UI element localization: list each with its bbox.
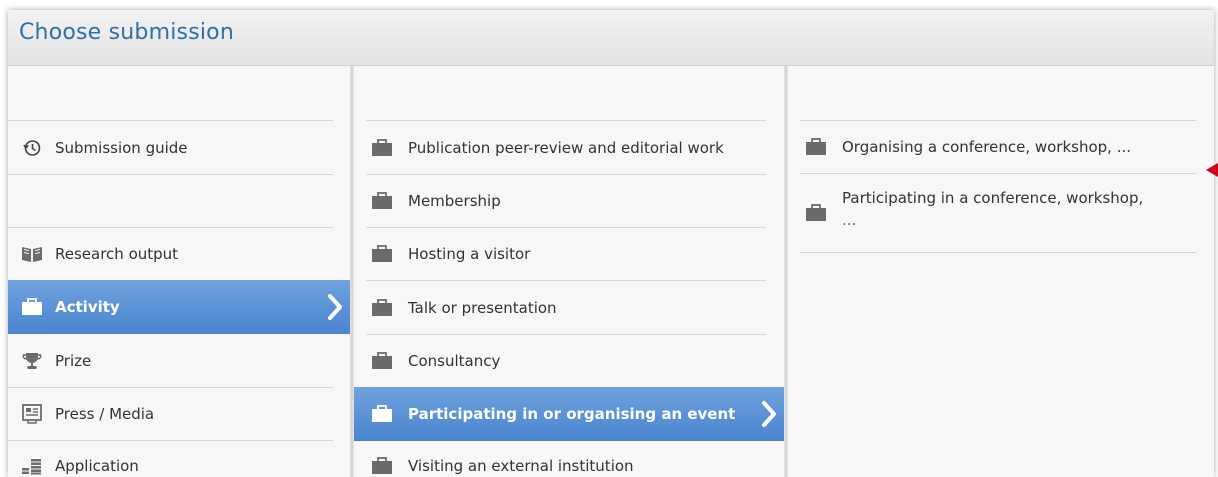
category-column: Submission guide Research output Activit… bbox=[8, 66, 350, 477]
divider bbox=[800, 252, 1196, 253]
menu-item-submission-guide[interactable]: Submission guide bbox=[8, 121, 350, 174]
menu-item-press-media[interactable]: Press / Media bbox=[8, 388, 350, 440]
menu-item-participating-or-organising-event[interactable]: Participating in or organising an event bbox=[354, 387, 784, 441]
menu-item-label: Submission guide bbox=[55, 138, 188, 157]
briefcase-icon bbox=[370, 298, 394, 318]
menu-item-label: Consultancy bbox=[408, 352, 501, 370]
menu-item-visiting-external-institution[interactable]: Visiting an external institution bbox=[354, 441, 784, 477]
menu-item-label: Hosting a visitor bbox=[408, 245, 531, 263]
menu-item-membership[interactable]: Membership bbox=[354, 175, 784, 227]
trophy-icon bbox=[20, 351, 44, 371]
briefcase-icon bbox=[370, 138, 394, 158]
menu-item-organising-conference[interactable]: Organising a conference, workshop, ... bbox=[800, 121, 1196, 173]
briefcase-icon bbox=[370, 456, 394, 476]
briefcase-icon bbox=[370, 244, 394, 264]
event-type-column: Organising a conference, workshop, ... P… bbox=[788, 66, 1214, 477]
briefcase-icon bbox=[20, 297, 44, 317]
divider bbox=[8, 174, 333, 175]
menu-item-label: Research output bbox=[55, 245, 179, 263]
chevron-right-icon bbox=[762, 401, 776, 427]
briefcase-icon bbox=[370, 191, 394, 211]
activity-type-column: Publication peer-review and editorial wo… bbox=[354, 66, 784, 477]
menu-item-label: Membership bbox=[408, 192, 501, 210]
menu-item-prize[interactable]: Prize bbox=[8, 334, 350, 387]
menu-item-label: Visiting an external institution bbox=[408, 457, 634, 475]
menu-item-label: Publication peer-review and editorial wo… bbox=[408, 138, 724, 157]
menu-item-consultancy[interactable]: Consultancy bbox=[354, 335, 784, 387]
menu-item-label-continuation: ... bbox=[842, 211, 857, 229]
choose-submission-dialog: Choose submission Submission guide Resea… bbox=[8, 10, 1214, 477]
menu-item-activity[interactable]: Activity bbox=[8, 280, 350, 334]
menu-item-label: Talk or presentation bbox=[408, 298, 557, 317]
coins-icon bbox=[20, 456, 44, 476]
red-pointer-marker bbox=[1206, 163, 1218, 177]
menu-item-publication-peer-review[interactable]: Publication peer-review and editorial wo… bbox=[354, 121, 784, 174]
dialog-title: Choose submission bbox=[19, 20, 234, 45]
newspaper-icon bbox=[20, 404, 44, 424]
menu-item-application[interactable]: Application bbox=[8, 441, 350, 477]
menu-item-participating-in-conference[interactable]: Participating in a conference, workshop,… bbox=[800, 174, 1196, 252]
menu-item-label: Participating in or organising an event bbox=[408, 405, 736, 423]
briefcase-icon bbox=[370, 351, 394, 371]
menu-item-label: Participating in a conference, workshop, bbox=[842, 189, 1144, 207]
menu-item-label: Press / Media bbox=[55, 405, 155, 423]
menu-item-label: Prize bbox=[55, 351, 92, 370]
menu-item-label: Application bbox=[55, 457, 139, 475]
menu-item-research-output[interactable]: Research output bbox=[8, 228, 350, 280]
menu-item-label: Activity bbox=[55, 298, 120, 316]
briefcase-icon bbox=[804, 137, 828, 157]
briefcase-icon bbox=[804, 203, 828, 223]
chevron-right-icon bbox=[328, 294, 342, 320]
briefcase-icon bbox=[370, 404, 394, 424]
dialog-header: Choose submission bbox=[8, 10, 1214, 66]
history-icon bbox=[20, 138, 44, 158]
menu-item-hosting-a-visitor[interactable]: Hosting a visitor bbox=[354, 228, 784, 280]
menu-item-talk-or-presentation[interactable]: Talk or presentation bbox=[354, 281, 784, 334]
menu-item-label: Organising a conference, workshop, ... bbox=[842, 138, 1132, 156]
book-icon bbox=[20, 244, 44, 264]
